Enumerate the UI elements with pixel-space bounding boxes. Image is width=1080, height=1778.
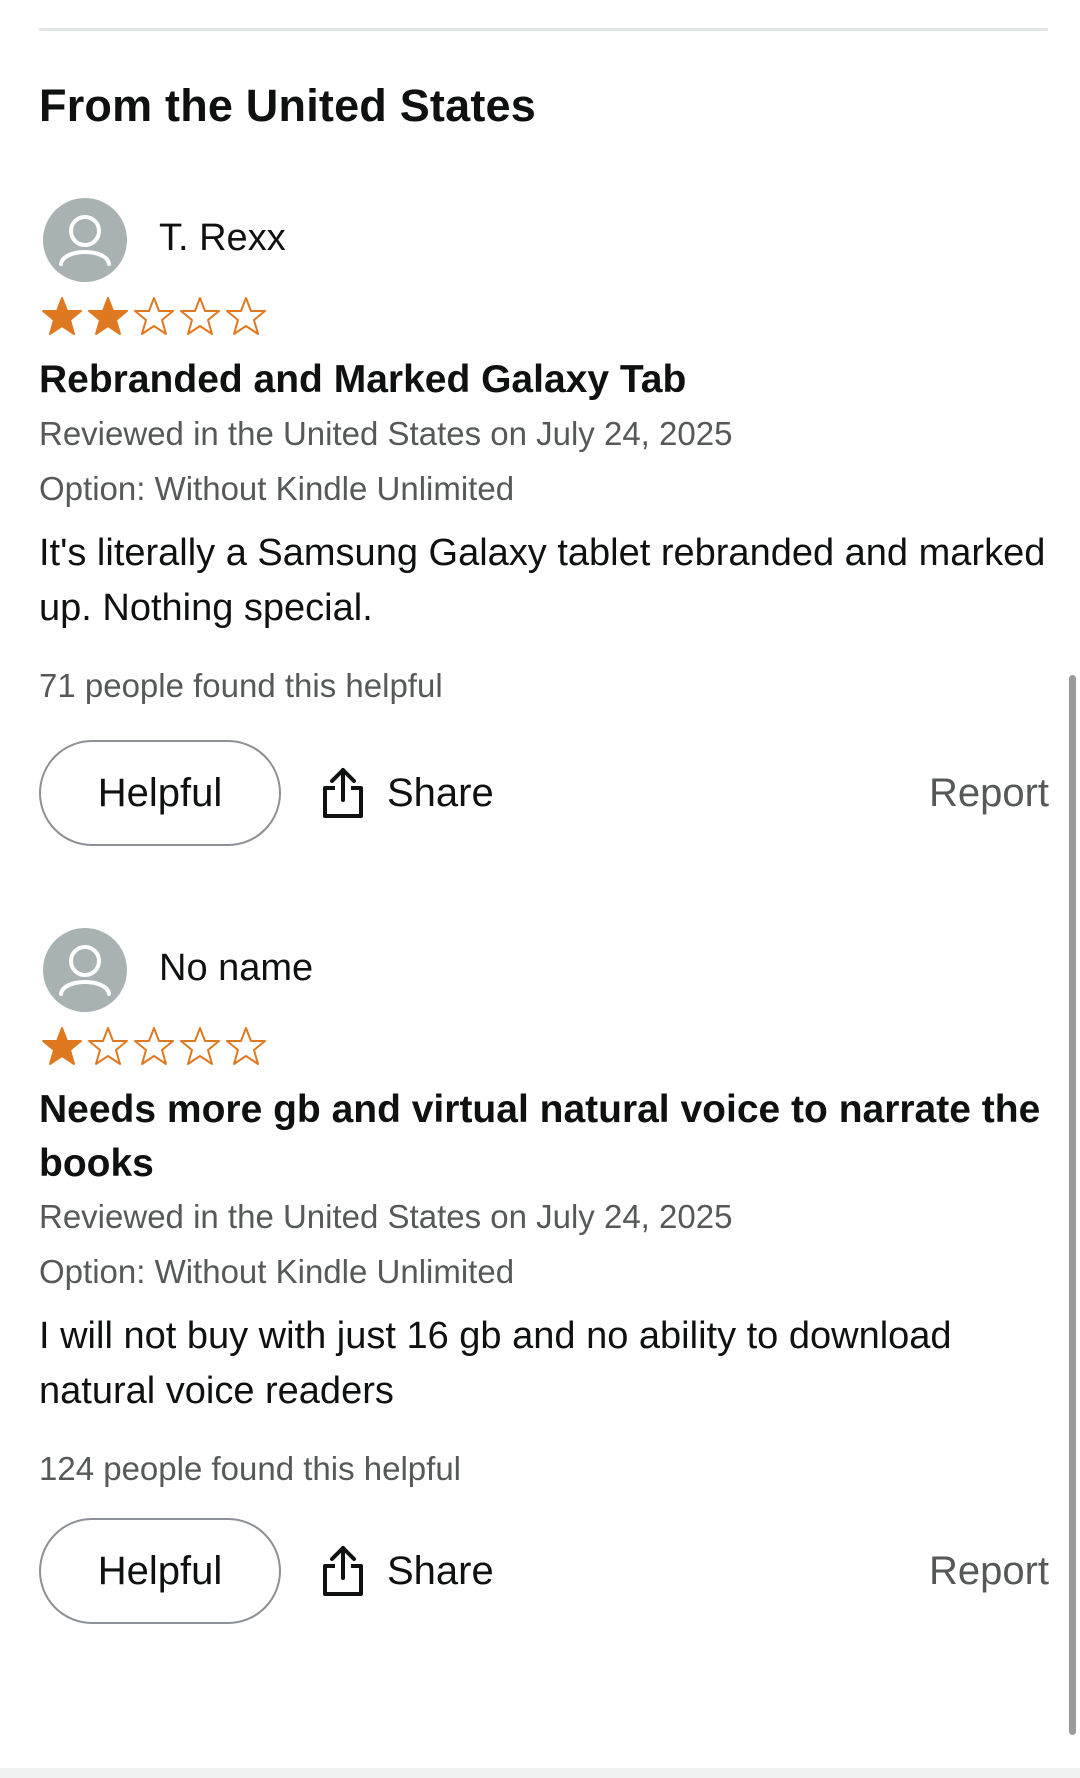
star-outline-icon (226, 297, 266, 335)
star-outline-icon (134, 1027, 174, 1065)
reviewer-name: T. Rexx (159, 217, 286, 259)
reviewer-profile[interactable]: No name (39, 928, 1049, 1012)
star-rating (39, 293, 269, 339)
share-icon (321, 1544, 365, 1598)
star-rating (39, 1023, 269, 1069)
review-card: No name Needs more gb and virtual natura… (39, 928, 1049, 1624)
reviewer-profile[interactable]: T. Rexx (39, 198, 1049, 282)
reviewer-name: No name (159, 947, 314, 989)
star-filled-icon (42, 297, 82, 335)
star-filled-icon (88, 297, 128, 335)
star-outline-icon (88, 1027, 128, 1065)
review-title[interactable]: Rebranded and Marked Galaxy Tab (39, 353, 1049, 407)
bottom-edge (0, 1768, 1080, 1778)
star-outline-icon (226, 1027, 266, 1065)
star-outline-icon (134, 297, 174, 335)
share-button[interactable]: Share (321, 1518, 494, 1624)
review-body: It's literally a Samsung Galaxy tablet r… (39, 532, 1046, 629)
helpful-button[interactable]: Helpful (39, 1518, 281, 1624)
star-filled-icon (42, 1027, 82, 1065)
section-divider (39, 28, 1048, 31)
avatar-person-icon (43, 928, 127, 1012)
review-body: I will not buy with just 16 gb and no ab… (39, 1315, 952, 1412)
star-outline-icon (180, 1027, 220, 1065)
review-title[interactable]: Needs more gb and virtual natural voice … (39, 1083, 1049, 1191)
review-card: T. Rexx Rebranded and Marked Galaxy Tab … (39, 198, 1049, 846)
scrollbar[interactable] (1069, 675, 1076, 1735)
section-heading: From the United States (39, 80, 536, 131)
share-label: Share (387, 770, 494, 815)
report-link[interactable]: Report (929, 740, 1049, 846)
review-option: Option: Without Kindle Unlimited (39, 1253, 515, 1290)
review-date: Reviewed in the United States on July 24… (39, 415, 733, 452)
share-label: Share (387, 1548, 494, 1593)
helpful-count: 71 people found this helpful (39, 667, 443, 704)
review-date: Reviewed in the United States on July 24… (39, 1198, 733, 1235)
helpful-count: 124 people found this helpful (39, 1450, 462, 1487)
report-link[interactable]: Report (929, 1518, 1049, 1624)
share-icon (321, 766, 365, 820)
review-option: Option: Without Kindle Unlimited (39, 470, 515, 507)
avatar-person-icon (43, 198, 127, 282)
star-outline-icon (180, 297, 220, 335)
helpful-button[interactable]: Helpful (39, 740, 281, 846)
share-button[interactable]: Share (321, 740, 494, 846)
